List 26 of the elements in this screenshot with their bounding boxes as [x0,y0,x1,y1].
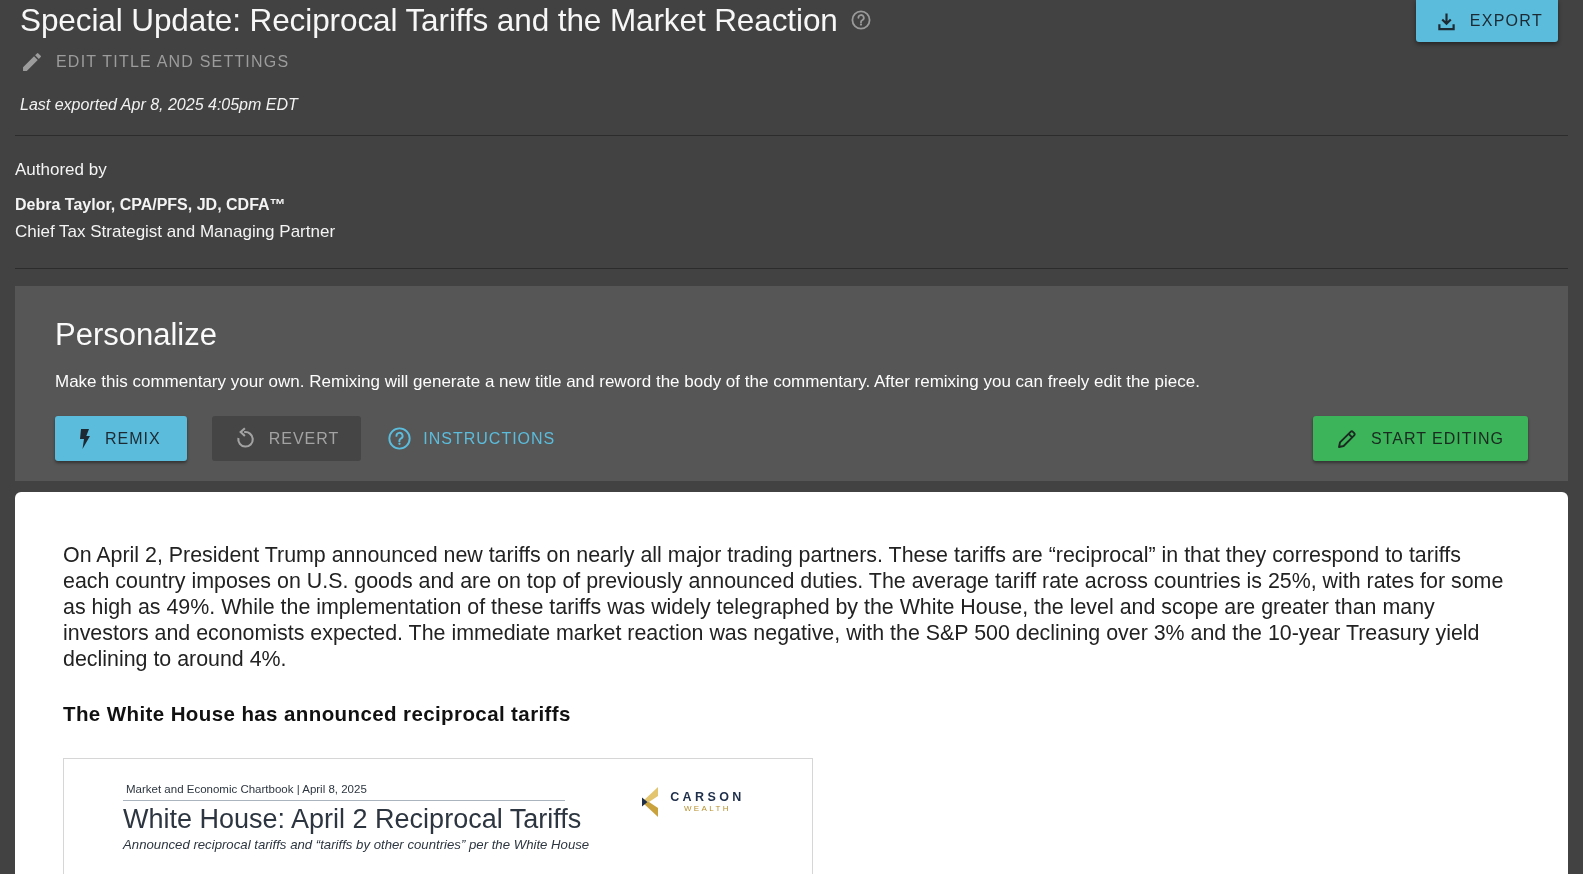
lightning-bolt-icon [79,428,91,449]
edit-title-settings-link[interactable]: EDIT TITLE AND SETTINGS [23,52,290,72]
pencil-icon [1337,428,1357,449]
logo-wordmark: CARSON [670,791,745,804]
chevron-logo-icon [641,787,660,817]
pencil-icon [23,53,41,71]
panel-title: Personalize [55,316,217,354]
last-exported-text: Last exported Apr 8, 2025 4:05pm EDT [20,95,298,115]
slide-subtitle: Announced reciprocal tariffs and “tariffs by other countries” per the White House [123,837,590,853]
chartbook-kicker: Market and Economic Chartbook | April 8, 2025 [123,781,565,801]
slide-title: White House: April 2 Reciprocal Tariffs [123,804,582,835]
remix-button[interactable]: REMIX [55,416,187,461]
authored-by-label: Authored by [15,160,107,180]
author-role: Chief Tax Strategist and Managing Partner [15,222,336,242]
panel-description: Make this commentary your own. Remixing will generate a new title and reword the body of the commentary. After remixing you can freely edit the piece. [55,371,1200,393]
section-heading: The White House has announced reciprocal tariffs [63,702,571,726]
page-title: Special Update: Reciprocal Tariffs and the Market Reaction [20,1,838,40]
help-icon [388,427,412,450]
instructions-link[interactable]: INSTRUCTIONS [386,416,558,461]
author-name: Debra Taylor, CPA/PFS, JD, CDFA™ [15,195,286,215]
help-icon[interactable] [850,10,871,30]
start-editing-button[interactable]: START EDITING [1313,416,1528,461]
download-icon [1436,11,1456,31]
logo-tagline: WEALTH [683,804,732,813]
export-button[interactable]: EXPORT [1415,0,1558,42]
article-paragraph: On April 2, President Trump announced new tariffs on nearly all major trading partners. These tariffs are “reciprocal” in that they correspond to tariffs each country imposes on U.S. goods and are on top of previously announced duties. The average tariff rate across countries is 25%, with rates for some as high as 49%. While the implementation of these tariffs was widely telegraphed by the White House, the level and scope are greater than many investors and economists expected. The immediate market reaction was negative, with the S&P 500 declining over 3% and the 10-year Treasury yield declining to around 4%. [63,542,1505,672]
